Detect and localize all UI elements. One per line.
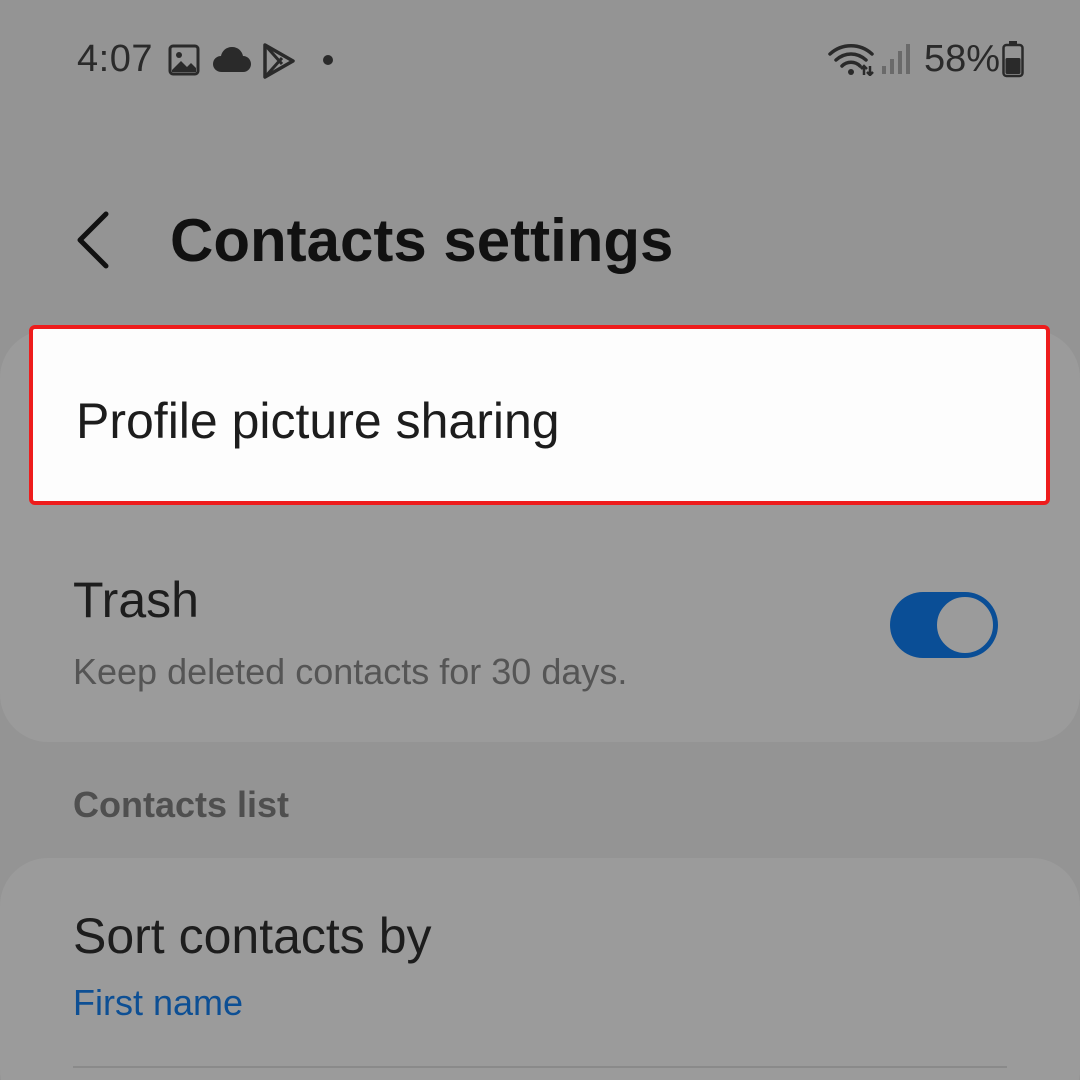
trash-description: Keep deleted contacts for 30 days.: [73, 651, 628, 692]
contacts-list-card: [0, 858, 1080, 1080]
toggle-knob: [934, 594, 996, 656]
profile-picture-sharing-item[interactable]: Profile picture sharing: [29, 325, 1050, 505]
sort-contacts-by-value: First name: [73, 982, 244, 1023]
wifi-icon: [828, 44, 874, 76]
section-header-contacts-list: Contacts list: [73, 784, 290, 825]
battery-icon: [1002, 41, 1024, 78]
cloud-icon: [213, 47, 251, 72]
trash-toggle[interactable]: [890, 592, 998, 658]
page-title: Contacts settings: [170, 207, 674, 274]
chevron-left-icon: [77, 211, 109, 269]
battery-percent: 58%: [924, 38, 1001, 80]
signal-icon: [882, 44, 910, 74]
play-store-icon: [263, 43, 295, 79]
divider: [73, 1066, 1007, 1068]
status-bar: 4:07 58%: [0, 0, 1080, 120]
contacts-settings-screen: 4:07 58% Contacts settings Profile pictu…: [0, 0, 1080, 1080]
profile-picture-sharing-label: Profile picture sharing: [76, 393, 560, 449]
dot-icon: [323, 55, 333, 65]
sort-contacts-by-label: Sort contacts by: [73, 908, 432, 964]
gallery-icon: [168, 44, 200, 76]
back-button[interactable]: [62, 200, 132, 280]
status-time: 4:07: [77, 38, 153, 80]
trash-label: Trash: [73, 572, 199, 628]
